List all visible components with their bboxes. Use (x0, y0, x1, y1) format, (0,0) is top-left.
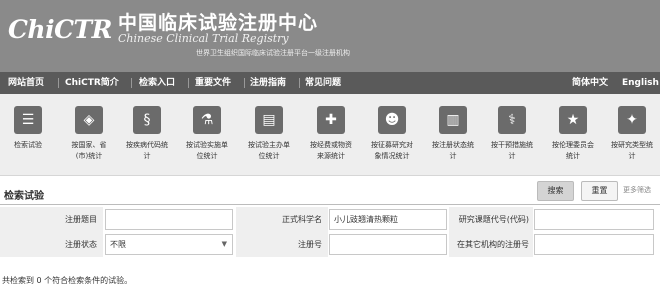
nav-item-documents[interactable]: 重要文件 (195, 72, 231, 94)
stat-label: 按研究类型统 计 (611, 141, 653, 160)
stat-label: 按伦理委员会 统计 (552, 141, 594, 160)
stat-label: 检索试验 (14, 141, 42, 149)
doctor-icon: ⚕ (498, 106, 526, 134)
site-title-cn: 中国临床试验注册中心 (118, 12, 319, 34)
result-summary: 共检索到 0 个符合检索条件的试验。 (2, 276, 133, 285)
stat-label: 按经费或物资 来源统计 (310, 141, 352, 160)
nav-divider (58, 78, 59, 88)
more-filters-link[interactable]: 更多筛选 (623, 185, 651, 195)
medkit-icon: ✚ (317, 106, 345, 134)
reg-title-input[interactable] (105, 209, 233, 230)
list-icon: ☰ (14, 106, 42, 134)
flask-icon: ⚗ (193, 106, 221, 134)
nav-divider (244, 78, 245, 88)
site-header: ChiCTR 中国临床试验注册中心 Chinese Clinical Trial… (0, 0, 660, 72)
stat-search-trials[interactable]: ☰ 检索试验 (0, 106, 59, 151)
other-reg-input[interactable] (534, 234, 654, 255)
stat-by-disease[interactable]: § 按疾病代码统 计 (116, 106, 178, 162)
stat-label: 按国家、省 (市)统计 (71, 141, 107, 160)
form-row: 注册状态 不限 ▼ 注册号 在其它机构的注册号 (0, 232, 660, 257)
stat-by-implementer[interactable]: ⚗ 按试验实施单 位统计 (176, 106, 238, 162)
reg-title-label: 注册题目 (0, 207, 103, 232)
stat-by-sponsor[interactable]: ▤ 按试验主办单 位统计 (238, 106, 300, 162)
map-icon: ◈ (75, 106, 103, 134)
dna-icon: § (133, 106, 161, 134)
sparkle-icon: ✦ (618, 106, 646, 134)
stat-label: 按征募研究对 象情况统计 (371, 141, 413, 160)
nav-item-home[interactable]: 网站首页 (8, 72, 44, 94)
sci-name-input[interactable]: 小儿豉翘清热颗粒 (329, 209, 447, 230)
chevron-down-icon: ▼ (221, 240, 227, 248)
star-icon: ★ (559, 106, 587, 134)
other-reg-label: 在其它机构的注册号 (449, 232, 533, 257)
reg-no-label: 注册号 (236, 232, 328, 257)
sci-name-label: 正式科学名 (236, 207, 328, 232)
stat-label: 按注册状态统 计 (432, 141, 474, 160)
stat-label: 按疾病代码统 计 (126, 141, 168, 160)
section-divider (0, 204, 660, 205)
search-button[interactable]: 搜索 (537, 181, 574, 201)
stat-by-status[interactable]: ▥ 按注册状态统 计 (422, 106, 484, 162)
main-nav: 网站首页 ChiCTR简介 检索入口 重要文件 注册指南 常见问题 简体中文 E… (0, 72, 660, 94)
form-row: 注册题目 正式科学名 小儿豉翘清热颗粒 研究课题代号(代码) (0, 207, 660, 232)
stat-label: 按干预措施统 计 (491, 141, 533, 160)
clipboard-icon: ▤ (255, 106, 283, 134)
stat-by-intervention[interactable]: ⚕ 按干预措施统 计 (481, 106, 543, 162)
nav-item-about[interactable]: ChiCTR简介 (65, 72, 119, 94)
reg-no-input[interactable] (329, 234, 447, 255)
stat-by-country[interactable]: ◈ 按国家、省 (市)统计 (58, 106, 120, 162)
nav-item-search[interactable]: 检索入口 (139, 72, 175, 94)
stat-by-funding[interactable]: ✚ 按经费或物资 来源统计 (300, 106, 362, 162)
nav-item-faq[interactable]: 常见问题 (305, 72, 341, 94)
group-icon: ☻ (378, 106, 406, 134)
status-select-value: 不限 (110, 240, 126, 249)
nav-item-guide[interactable]: 注册指南 (250, 72, 286, 94)
chictr-logo[interactable]: ChiCTR (8, 15, 112, 44)
nav-divider (188, 78, 189, 88)
lang-chinese[interactable]: 简体中文 (572, 72, 608, 94)
site-title-en: Chinese Clinical Trial Registry (118, 32, 289, 45)
stat-label: 按试验实施单 位统计 (186, 141, 228, 160)
status-select[interactable]: 不限 ▼ (105, 234, 233, 255)
stat-by-ethics[interactable]: ★ 按伦理委员会 统计 (542, 106, 604, 162)
stats-toolbar: ☰ 检索试验 ◈ 按国家、省 (市)统计 § 按疾病代码统 计 ⚗ 按试验实施单… (0, 94, 660, 176)
stat-by-recruitment[interactable]: ☻ 按征募研究对 象情况统计 (361, 106, 423, 162)
stat-by-study-type[interactable]: ✦ 按研究类型统 计 (601, 106, 660, 162)
site-subtitle: 世界卫生组织国际临床试验注册平台一级注册机构 (196, 49, 350, 57)
nav-divider (131, 78, 132, 88)
battery-icon: ▥ (439, 106, 467, 134)
search-section-title: 检索试验 (4, 191, 44, 202)
status-label: 注册状态 (0, 232, 103, 257)
study-code-input[interactable] (534, 209, 654, 230)
stat-label: 按试验主办单 位统计 (248, 141, 290, 160)
reset-button[interactable]: 重置 (581, 181, 618, 201)
nav-divider (299, 78, 300, 88)
study-code-label: 研究课题代号(代码) (449, 207, 533, 232)
lang-english[interactable]: English (622, 72, 659, 94)
